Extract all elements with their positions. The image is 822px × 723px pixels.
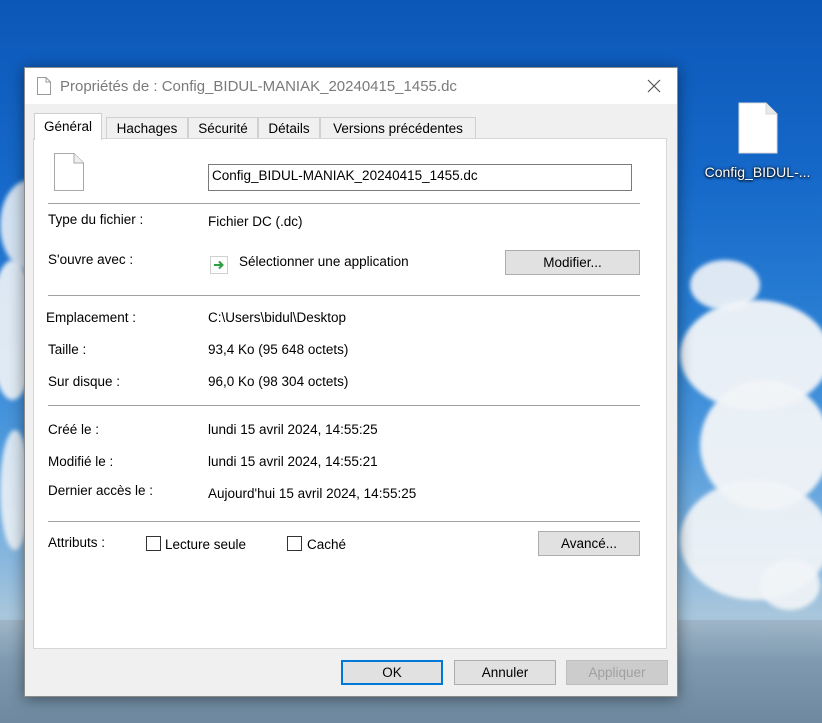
tab-details[interactable]: Détails bbox=[258, 117, 320, 138]
separator bbox=[48, 521, 640, 522]
apply-button[interactable]: Appliquer bbox=[566, 660, 668, 685]
general-panel: Config_BIDUL-MANIAK_20240415_1455.dc Typ… bbox=[33, 138, 667, 649]
created-value: lundi 15 avril 2024, 14:55:25 bbox=[208, 422, 378, 437]
open-with-app-icon bbox=[210, 256, 228, 279]
properties-dialog: Propriétés de : Config_BIDUL-MANIAK_2024… bbox=[24, 67, 678, 697]
location-label: Emplacement : bbox=[46, 310, 137, 325]
document-icon bbox=[37, 77, 51, 95]
size-on-disk-label: Sur disque : bbox=[48, 374, 121, 389]
opens-with-label: S'ouvre avec : bbox=[48, 252, 134, 267]
tab-previous-versions[interactable]: Versions précédentes bbox=[320, 117, 476, 138]
file-type-value: Fichier DC (.dc) bbox=[208, 214, 303, 229]
file-type-label: Type du fichier : bbox=[48, 212, 144, 227]
readonly-checkbox-label[interactable]: Lecture seule bbox=[165, 537, 246, 552]
separator bbox=[48, 295, 640, 296]
desktop-file-icon[interactable]: Config_BIDUL-... bbox=[700, 102, 815, 180]
close-button[interactable] bbox=[631, 68, 677, 104]
modified-value: lundi 15 avril 2024, 14:55:21 bbox=[208, 454, 378, 469]
title-bar[interactable]: Propriétés de : Config_BIDUL-MANIAK_2024… bbox=[25, 68, 677, 104]
tab-security[interactable]: Sécurité bbox=[188, 117, 258, 138]
modify-button[interactable]: Modifier... bbox=[505, 250, 640, 275]
created-label: Créé le : bbox=[48, 422, 100, 437]
file-name-input[interactable]: Config_BIDUL-MANIAK_20240415_1455.dc bbox=[208, 164, 632, 191]
attributes-label: Attributs : bbox=[48, 535, 106, 550]
file-icon bbox=[738, 102, 778, 154]
window-title: Propriétés de : Config_BIDUL-MANIAK_2024… bbox=[60, 78, 457, 95]
size-value: 93,4 Ko (95 648 octets) bbox=[208, 342, 349, 357]
last-access-value: Aujourd'hui 15 avril 2024, 14:55:25 bbox=[208, 486, 417, 501]
close-icon bbox=[647, 79, 661, 93]
hidden-checkbox[interactable] bbox=[287, 536, 302, 551]
tab-hashes[interactable]: Hachages bbox=[106, 117, 188, 138]
readonly-checkbox[interactable] bbox=[146, 536, 161, 551]
desktop-file-label: Config_BIDUL-... bbox=[704, 164, 811, 180]
large-file-icon bbox=[54, 153, 84, 196]
separator bbox=[48, 203, 640, 204]
location-value: C:\Users\bidul\Desktop bbox=[208, 310, 347, 325]
size-label: Taille : bbox=[48, 342, 87, 357]
size-on-disk-value: 96,0 Ko (98 304 octets) bbox=[208, 374, 349, 389]
opens-with-value: Sélectionner une application bbox=[239, 254, 409, 269]
tab-general[interactable]: Général bbox=[34, 113, 102, 140]
last-access-label: Dernier accès le : bbox=[48, 483, 154, 498]
hidden-checkbox-label[interactable]: Caché bbox=[307, 537, 346, 552]
advanced-button[interactable]: Avancé... bbox=[538, 531, 640, 556]
cancel-button[interactable]: Annuler bbox=[454, 660, 556, 685]
modified-label: Modifié le : bbox=[48, 454, 114, 469]
ok-button[interactable]: OK bbox=[341, 660, 443, 685]
separator bbox=[48, 405, 640, 406]
